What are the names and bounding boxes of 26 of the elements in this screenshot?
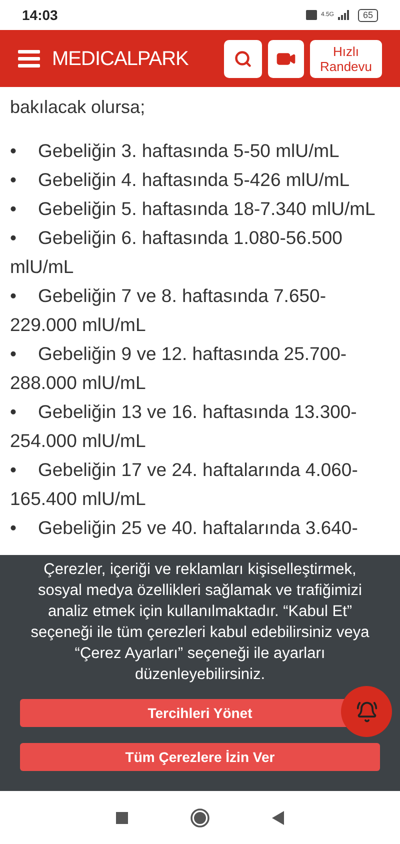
list-item: • Gebeliğin 6. haftasında 1.080-56.500 mlU/mL — [10, 226, 344, 279]
recents-icon[interactable] — [116, 812, 128, 824]
cookie-button[interactable]: Tüm Çerezlere İzin Ver — [20, 743, 380, 771]
video-call-button[interactable] — [268, 40, 304, 78]
back-icon[interactable] — [272, 810, 284, 824]
list-item: • Gebeliğin 13 ve 16. haftasında 13.300-254.000 mlU/mL — [10, 400, 358, 453]
search-button[interactable] — [224, 40, 262, 78]
article-text: bakılacak olursa; — [10, 96, 146, 119]
list-item: • Gebeliğin 7 ve 8. haftasında 7.650-229.000 mlU/mL — [10, 284, 327, 337]
signal-icon — [338, 10, 350, 20]
logo[interactable]: MEDICALPARK — [52, 44, 212, 74]
bell-icon — [356, 700, 378, 722]
volte-icon — [306, 10, 317, 20]
list-item: • Gebeliğin 9 ve 12. haftasında 25.700-288.000 mlU/mL — [10, 342, 348, 395]
menu-icon[interactable] — [18, 50, 40, 68]
list-item: • Gebeliğin 4. haftasında 5-426 mlU/mL — [10, 168, 351, 192]
search-icon — [234, 50, 252, 68]
list-item: • Gebeliğin 3. haftasında 5-50 mlU/mL — [10, 139, 340, 163]
list-item: • Gebeliğin 17 ve 24. haftalarında 4.060-165.400 mlU/mL — [10, 458, 359, 511]
home-icon[interactable] — [190, 808, 210, 828]
status-time: 14:03 — [22, 6, 58, 24]
list-item: • Gebeliğin 5. haftasında 18-7.340 mlU/mL — [10, 197, 376, 221]
battery-indicator: 65 — [358, 8, 378, 22]
appointment-button[interactable]: Hızlı Randevu — [310, 40, 382, 78]
cookie-message: Çerezler, içeriği ve reklamları kişiselleştirmek, sosyal medya özellikleri sağlamak ve trafiğimizi analiz etmek için kullanılmaktadır. “Kabul Et” seçeneği ile tüm çerezleri kabul edebilirsiniz veya “Çerez Ayarları” seçeneği ile ayarları düzenleyebilirsiniz. — [30, 560, 370, 685]
list-item: • Gebeliğin 25 ve 40. haftalarında 3.640- — [10, 516, 359, 540]
